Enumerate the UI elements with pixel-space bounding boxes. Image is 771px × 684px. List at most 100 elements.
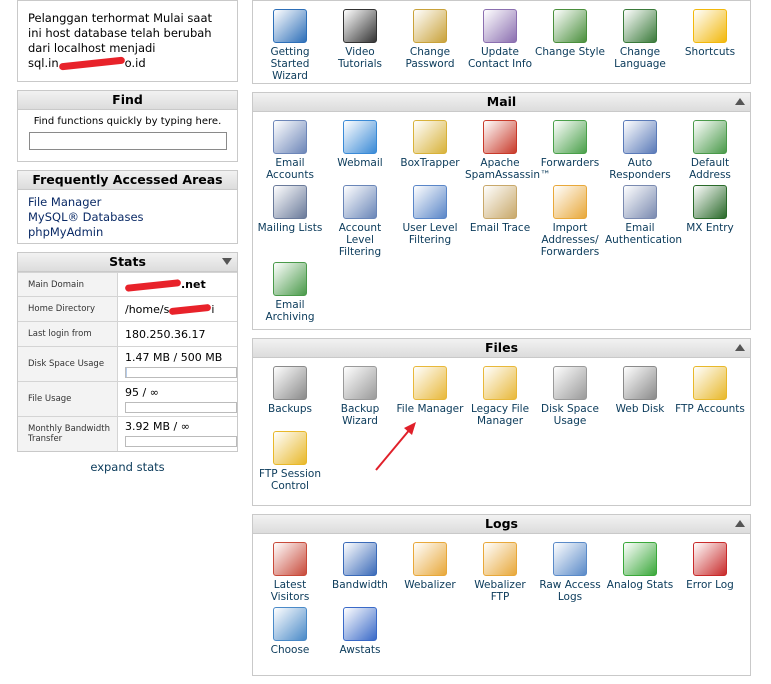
webalizer-ftp-icon: [483, 542, 517, 576]
shortcut-label: Default Address: [689, 157, 731, 181]
shortcut-lock[interactable]: Change Password: [395, 5, 465, 82]
shortcut-ftp-session[interactable]: FTP Session Control: [255, 427, 325, 492]
shortcut-archive[interactable]: Email Archiving: [255, 258, 325, 323]
shortcut-filter[interactable]: Account Level Filtering: [325, 181, 395, 258]
shortcut-label: FTP Accounts: [675, 403, 745, 415]
files-title: Files: [253, 339, 750, 358]
shortcut-visitors[interactable]: Latest Visitors: [255, 538, 325, 603]
disk-usage-value: 1.47 MB / 500 MB: [125, 350, 223, 364]
home-directory-value: /home/s: [125, 302, 170, 316]
stats-title: Stats: [18, 253, 237, 272]
mx-icon: [693, 185, 727, 219]
shortcut-default-address[interactable]: Default Address: [675, 116, 745, 181]
shortcut-label: Email Accounts: [266, 157, 314, 181]
shortcut-label: Raw Access Logs: [539, 579, 601, 603]
shortcut-label: Change Password: [405, 46, 455, 70]
progress-bar: [125, 366, 237, 378]
shortcut-awstats[interactable]: Awstats: [325, 603, 395, 656]
shortcut-autoresponder[interactable]: Auto Responders: [605, 116, 675, 181]
shortcut-label: Video Tutorials: [337, 46, 383, 70]
collapse-icon[interactable]: [735, 520, 745, 527]
shortcut-label: Update Contact Info: [467, 46, 533, 70]
shortcut-globe-mail[interactable]: Webmail: [325, 116, 395, 181]
shortcut-backup-drive[interactable]: Backups: [255, 362, 325, 427]
play-icon: [273, 9, 307, 43]
shortcut-style[interactable]: Change Style: [535, 5, 605, 82]
lock-icon: [413, 9, 447, 43]
shortcut-user-filter[interactable]: User Level Filtering: [395, 181, 465, 258]
faa-link-phpmyadmin[interactable]: phpMyAdmin: [28, 225, 237, 240]
shortcut-star[interactable]: Shortcuts: [675, 5, 745, 82]
shortcut-envelope[interactable]: Email Accounts: [255, 116, 325, 181]
shortcut-label: Disk Space Usage: [541, 403, 599, 427]
disk-icon: [553, 366, 587, 400]
shortcut-label: FTP Session Control: [258, 468, 321, 492]
shortcut-backup-wizard[interactable]: Backup Wizard: [325, 362, 395, 427]
progress-bar: [125, 401, 237, 413]
stats-label: Disk Space Usage: [18, 346, 118, 382]
shortcut-label: Apache SpamAssassin™: [465, 157, 551, 181]
shortcut-clapper[interactable]: Video Tutorials: [325, 5, 395, 82]
faa-title: Frequently Accessed Areas: [18, 171, 237, 190]
shortcut-spamassassin[interactable]: Apache SpamAssassin™: [465, 116, 551, 181]
shortcut-label: Shortcuts: [684, 46, 736, 58]
backup-drive-icon: [273, 366, 307, 400]
shortcut-bandwidth[interactable]: Bandwidth: [325, 538, 395, 603]
faa-link-mysql[interactable]: MySQL® Databases: [28, 210, 237, 225]
left-column: Pelanggan terhormat Mulai saat ini host …: [17, 0, 238, 474]
shortcut-label: File Manager: [396, 403, 464, 415]
stats-label: Last login from: [18, 321, 118, 347]
shortcut-language[interactable]: Change Language: [605, 5, 675, 82]
shortcut-analog[interactable]: Analog Stats: [605, 538, 675, 603]
stats-row: Main Domain .net: [18, 272, 237, 297]
shortcut-play[interactable]: Getting Started Wizard: [255, 5, 325, 82]
globe-mail-icon: [343, 120, 377, 154]
notice-text: Pelanggan terhormat Mulai saat ini host …: [28, 11, 212, 55]
stats-label: Main Domain: [18, 272, 118, 297]
expand-stats-link[interactable]: expand stats: [17, 460, 238, 474]
shortcut-label: Getting Started Wizard: [270, 46, 310, 82]
shortcut-webalizer-ftp[interactable]: Webalizer FTP: [465, 538, 535, 603]
shortcut-choose[interactable]: Choose: [255, 603, 325, 656]
archive-icon: [273, 262, 307, 296]
shortcut-legacy-folder[interactable]: Legacy File Manager: [465, 362, 535, 427]
shortcut-disk[interactable]: Disk Space Usage: [535, 362, 605, 427]
shortcut-forward[interactable]: Forwarders: [535, 116, 605, 181]
default-address-icon: [693, 120, 727, 154]
shortcut-folder[interactable]: File Manager: [395, 362, 465, 427]
shortcut-webdisk[interactable]: Web Disk: [605, 362, 675, 427]
raw-log-icon: [553, 542, 587, 576]
find-input[interactable]: [28, 132, 227, 150]
shortcut-error-log[interactable]: Error Log: [675, 538, 745, 603]
stats-row: Home Directory /home/s i: [18, 296, 237, 322]
shortcut-label: User Level Filtering: [402, 222, 458, 246]
shortcut-mx[interactable]: MX Entry: [675, 181, 745, 258]
collapse-icon[interactable]: [735, 344, 745, 351]
shortcut-mailing-list[interactable]: Mailing Lists: [255, 181, 325, 258]
webalizer-icon: [413, 542, 447, 576]
clapper-icon: [343, 9, 377, 43]
trace-icon: [483, 185, 517, 219]
stats-label: Monthly Bandwidth Transfer: [18, 416, 118, 451]
shortcut-label: Change Style: [535, 46, 605, 58]
faa-link-file-manager[interactable]: File Manager: [28, 195, 237, 210]
shortcut-contact[interactable]: Update Contact Info: [465, 5, 535, 82]
mailing-list-icon: [273, 185, 307, 219]
collapse-icon[interactable]: [222, 258, 232, 265]
progress-bar: [125, 436, 237, 448]
shortcut-label: Backups: [268, 403, 312, 415]
shortcut-webalizer[interactable]: Webalizer: [395, 538, 465, 603]
shortcut-ftp[interactable]: FTP Accounts: [675, 362, 745, 427]
filter-icon: [343, 185, 377, 219]
stats-box: Stats Main Domain .net Home Directory /h…: [17, 252, 238, 452]
shortcut-auth[interactable]: Email Authentication: [605, 181, 682, 258]
shortcut-label: Backup Wizard: [340, 403, 380, 427]
shortcut-label: MX Entry: [686, 222, 734, 234]
shortcut-trace[interactable]: Email Trace: [465, 181, 535, 258]
collapse-icon[interactable]: [735, 98, 745, 105]
shortcut-import[interactable]: Import Addresses/ Forwarders: [535, 181, 605, 258]
shortcut-label: Analog Stats: [606, 579, 674, 591]
shortcut-raw-log[interactable]: Raw Access Logs: [535, 538, 605, 603]
main-domain-value: .net: [181, 278, 206, 291]
shortcut-boxtrapper[interactable]: BoxTrapper: [395, 116, 465, 181]
